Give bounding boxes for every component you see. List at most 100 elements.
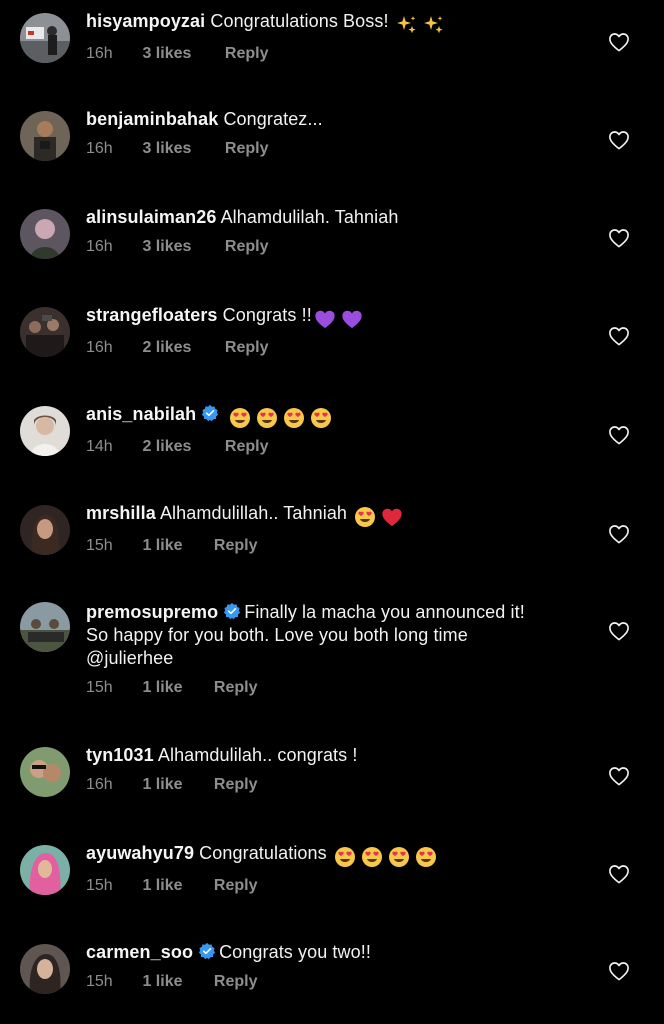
avatar[interactable] (20, 845, 70, 895)
comment-time: 16h (86, 45, 113, 63)
comment-body: mrshilla Alhamdulillah.. Tahniah 15h 1 l… (86, 502, 586, 555)
like-heart-icon[interactable] (608, 228, 630, 248)
comment-time: 15h (86, 679, 113, 696)
username[interactable]: mrshilla (86, 503, 156, 523)
comment-body: anis_nabilah 14h 2 likes Reply (86, 403, 586, 456)
likes-count[interactable]: 1 like (142, 679, 209, 697)
emoji-group (396, 13, 450, 36)
comment-text: Congratez... (223, 109, 323, 129)
avatar[interactable] (20, 111, 70, 161)
avatar[interactable] (20, 602, 70, 652)
like-heart-icon[interactable] (608, 524, 630, 544)
likes-count[interactable]: 1 like (142, 537, 209, 555)
reply-button[interactable]: Reply (225, 45, 269, 63)
purple-heart-icon (341, 308, 363, 330)
reply-button[interactable]: Reply (225, 438, 269, 456)
comment-time: 14h (86, 438, 113, 456)
reply-button[interactable]: Reply (225, 339, 269, 357)
avatar[interactable] (20, 944, 70, 994)
reply-button[interactable]: Reply (214, 877, 258, 895)
comment-meta: 16h 3 likes Reply (86, 140, 586, 158)
comment-text-row: carmen_soo Congrats you two!! (86, 941, 586, 964)
like-heart-icon[interactable] (608, 32, 630, 52)
avatar[interactable] (20, 13, 70, 63)
username[interactable]: ayuwahyu79 (86, 843, 194, 863)
comment-meta: 15h 1 like Reply (86, 877, 586, 895)
comment-meta: 15h 1 like Reply (86, 679, 586, 697)
comment-text-row: hisyampoyzai Congratulations Boss! (86, 10, 586, 36)
like-heart-icon[interactable] (608, 864, 630, 884)
emoji-group (334, 845, 442, 868)
username[interactable]: alinsulaiman26 (86, 207, 216, 227)
comment-time: 15h (86, 973, 113, 990)
avatar[interactable] (20, 209, 70, 259)
avatar[interactable] (20, 747, 70, 797)
heart-eyes-icon (334, 846, 356, 868)
comment-meta: 16h 2 likes Reply (86, 339, 586, 357)
emoji-group (229, 406, 337, 429)
comment-text-row: benjaminbahak Congratez... (86, 108, 586, 131)
comment-time: 16h (86, 238, 113, 255)
comment-text-line2: So happy for you both. Love you both lon… (86, 625, 468, 645)
likes-count[interactable]: 1 like (142, 973, 209, 991)
username[interactable]: benjaminbahak (86, 109, 218, 129)
reply-button[interactable]: Reply (225, 238, 269, 256)
comment-meta: 16h 3 likes Reply (86, 45, 586, 63)
comment-list: hisyampoyzai Congratulations Boss! 16h 3… (0, 0, 664, 1024)
like-heart-icon[interactable] (608, 961, 630, 981)
comment-text-row: tyn1031 Alhamdulilah.. congrats ! (86, 744, 586, 767)
comment-text: Alhamdulillah.. Tahniah (159, 503, 348, 523)
verified-badge-icon (201, 404, 219, 422)
comment-text-row: premosupremo Finally la macha you announc… (86, 601, 586, 670)
reply-button[interactable]: Reply (214, 679, 258, 697)
like-heart-icon[interactable] (608, 326, 630, 346)
avatar[interactable] (20, 505, 70, 555)
likes-count[interactable]: 2 likes (142, 438, 220, 456)
like-heart-icon[interactable] (608, 130, 630, 150)
username[interactable]: anis_nabilah (86, 404, 196, 424)
comment-meta: 16h 1 like Reply (86, 776, 586, 794)
like-heart-icon[interactable] (608, 425, 630, 445)
mention-link[interactable]: @julierhee (86, 648, 173, 668)
comment-body: ayuwahyu79 Congratulations 15h 1 like Re… (86, 842, 586, 895)
reply-button[interactable]: Reply (214, 776, 258, 794)
comment-time: 15h (86, 537, 113, 555)
likes-count[interactable]: 2 likes (142, 339, 220, 357)
comment-body: tyn1031 Alhamdulilah.. congrats ! 16h 1 … (86, 744, 586, 794)
username[interactable]: hisyampoyzai (86, 11, 205, 31)
likes-count[interactable]: 3 likes (142, 238, 220, 256)
username[interactable]: carmen_soo (86, 942, 193, 962)
likes-count[interactable]: 1 like (142, 776, 209, 794)
comment-text-row: anis_nabilah (86, 403, 586, 429)
avatar[interactable] (20, 307, 70, 357)
comment-body: benjaminbahak Congratez... 16h 3 likes R… (86, 108, 586, 158)
likes-count[interactable]: 1 like (142, 877, 209, 895)
like-heart-icon[interactable] (608, 766, 630, 786)
comment-text: Congratulations Boss! (210, 11, 389, 31)
likes-count[interactable]: 3 likes (142, 140, 220, 158)
heart-eyes-icon (283, 407, 305, 429)
reply-button[interactable]: Reply (214, 973, 258, 991)
username[interactable]: premosupremo (86, 602, 218, 622)
username[interactable]: strangefloaters (86, 305, 218, 325)
heart-eyes-icon (229, 407, 251, 429)
sparkles-icon (396, 14, 418, 36)
comment-text-row: mrshilla Alhamdulillah.. Tahniah (86, 502, 586, 528)
heart-eyes-icon (256, 407, 278, 429)
comment-body: premosupremo Finally la macha you announc… (86, 601, 586, 697)
purple-heart-icon (314, 308, 336, 330)
heart-eyes-icon (388, 846, 410, 868)
username[interactable]: tyn1031 (86, 745, 154, 765)
emoji-group (314, 307, 368, 330)
comment-text: Congratulations (199, 843, 327, 863)
comment-text: Finally la macha you announced it! (244, 602, 525, 622)
comment-text-row: alinsulaiman26 Alhamdulilah. Tahniah (86, 206, 586, 229)
comment-text-row: ayuwahyu79 Congratulations (86, 842, 586, 868)
reply-button[interactable]: Reply (214, 537, 258, 555)
like-heart-icon[interactable] (608, 621, 630, 641)
comment-meta: 14h 2 likes Reply (86, 438, 586, 456)
avatar[interactable] (20, 406, 70, 456)
reply-button[interactable]: Reply (225, 140, 269, 158)
comment-text: Congrats !! (222, 305, 312, 325)
likes-count[interactable]: 3 likes (142, 45, 220, 63)
